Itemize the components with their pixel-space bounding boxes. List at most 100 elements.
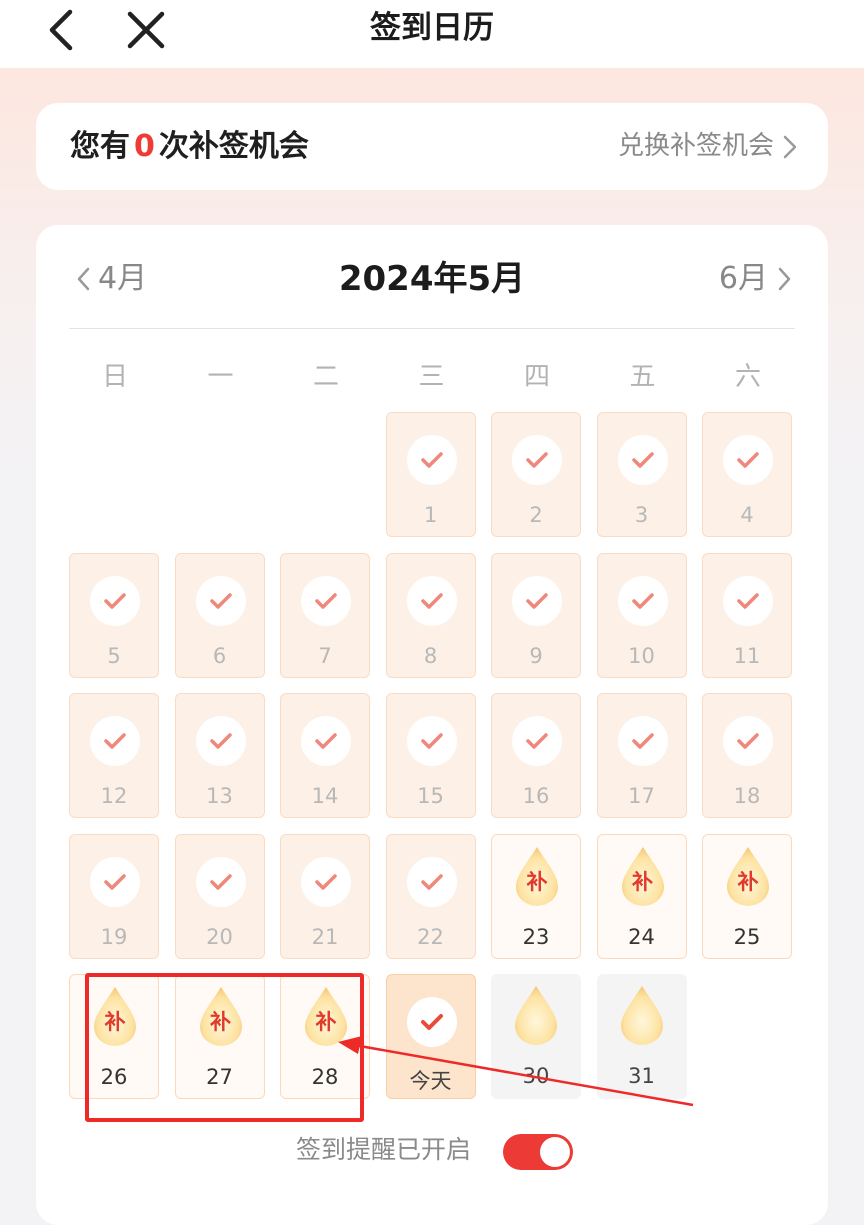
check-badge [90, 716, 140, 766]
calendar-day[interactable]: 9 [491, 552, 581, 678]
check-badge [512, 435, 562, 485]
check-badge [617, 575, 668, 626]
check-icon [631, 733, 654, 749]
calendar-day[interactable]: 7 [280, 552, 370, 678]
day-number: 12 [100, 784, 128, 808]
check-badge [512, 575, 562, 626]
check-icon [315, 733, 337, 749]
calendar-day[interactable]: 22 [385, 833, 476, 959]
check-badge [723, 716, 773, 766]
check-icon [420, 1014, 443, 1030]
weekday-sun: 日 [101, 362, 128, 392]
check-badge [723, 575, 773, 626]
check-badge [406, 435, 457, 485]
day-number: 31 [628, 1064, 655, 1088]
day-number: 10 [628, 643, 655, 668]
calendar-day[interactable]: 6 [174, 552, 265, 678]
calendar-day[interactable]: 3 [596, 412, 687, 537]
calendar-day[interactable]: 19 [69, 833, 159, 959]
check-badge [512, 716, 562, 766]
calendar-day[interactable]: 8 [385, 552, 476, 678]
day-number: 6 [212, 643, 227, 668]
makeup-label: 补 [737, 869, 759, 894]
check-icon [420, 452, 443, 468]
calendar-day[interactable]: 2 [491, 412, 581, 537]
calendar-day[interactable]: 15 [385, 693, 476, 818]
weekday-tue: 二 [312, 362, 339, 392]
check-badge [406, 575, 457, 626]
day-number: 3 [634, 503, 649, 527]
calendar-day[interactable]: 12 [69, 693, 159, 818]
calendar-day[interactable]: 补 25 [702, 833, 792, 959]
check-badge [617, 716, 668, 766]
makeup-chance-text: 您有 0 次补签机会 [70, 103, 309, 190]
day-number: 24 [628, 924, 655, 949]
check-icon [209, 733, 232, 749]
check-icon [526, 592, 548, 609]
drop-icon [515, 986, 557, 1045]
top-bar: 签到日历 [0, 0, 864, 68]
day-number: 16 [522, 784, 550, 808]
day-number: 8 [423, 643, 438, 668]
calendar-day[interactable]: 补 23 [491, 833, 581, 959]
day-number: 22 [417, 924, 444, 949]
check-badge [406, 716, 457, 766]
check-badge [406, 856, 457, 907]
day-number: 25 [733, 924, 761, 949]
page-title: 签到日历 [370, 10, 494, 46]
check-icon [737, 592, 759, 609]
weekday-header: 日 一 二 三 四 五 六 [69, 355, 796, 399]
month-navigation: 4月 2024年5月 6月 [68, 251, 796, 307]
day-number: 今天 [409, 1069, 452, 1093]
calendar-day[interactable]: 5 [69, 552, 159, 678]
check-icon [209, 592, 232, 609]
check-badge [301, 856, 351, 907]
day-number: 30 [522, 1064, 550, 1088]
calendar-day[interactable]: 21 [280, 833, 370, 959]
calendar-day[interactable]: 4 [702, 412, 792, 537]
day-number: 14 [311, 784, 339, 808]
check-icon [104, 873, 126, 890]
calendar-day[interactable]: 18 [702, 693, 792, 818]
weekday-wed: 三 [418, 362, 445, 392]
calendar-day[interactable]: 补 24 [596, 833, 687, 959]
calendar-day[interactable]: 31 [596, 974, 687, 1099]
calendar-day[interactable]: 14 [280, 693, 370, 818]
calendar-day[interactable]: 今天 [385, 974, 476, 1099]
calendar-divider [69, 328, 795, 329]
makeup-label: 补 [632, 869, 653, 894]
calendar-day[interactable]: 13 [174, 693, 265, 818]
day-number: 7 [318, 643, 332, 668]
calendar-day[interactable]: 17 [596, 693, 687, 818]
chevron-right-icon [783, 135, 797, 158]
calendar-day[interactable]: 11 [702, 552, 792, 678]
toggle-knob [540, 1137, 570, 1167]
chevron-right-icon [778, 267, 791, 291]
calendar-day[interactable]: 20 [174, 833, 265, 959]
exchange-makeup-link[interactable]: 兑换补签机会 [618, 103, 798, 190]
day-number: 2 [529, 503, 543, 527]
weekday-fri: 五 [629, 362, 656, 392]
check-icon [209, 873, 232, 890]
day-number: 5 [107, 643, 121, 668]
day-number: 21 [311, 924, 339, 949]
check-badge [301, 575, 351, 626]
calendar-day[interactable]: 30 [491, 974, 581, 1099]
makeup-label: 补 [526, 869, 548, 894]
weekday-thu: 四 [523, 362, 550, 392]
makeup-count: 0 [134, 129, 155, 164]
check-icon [420, 733, 443, 749]
makeup-summary-card: 您有 0 次补签机会 兑换补签机会 [36, 103, 828, 190]
check-icon [315, 873, 337, 890]
next-month-button[interactable]: 6月 [719, 251, 792, 307]
calendar-day[interactable]: 16 [491, 693, 581, 818]
day-number: 13 [206, 784, 233, 808]
weekday-mon: 一 [207, 362, 234, 392]
calendar-day[interactable]: 10 [596, 552, 687, 678]
reminder-toggle[interactable] [503, 1134, 573, 1170]
check-icon [526, 733, 548, 749]
check-badge [90, 575, 140, 626]
check-icon [104, 733, 126, 749]
check-icon [315, 592, 337, 609]
calendar-day[interactable]: 1 [385, 412, 476, 537]
